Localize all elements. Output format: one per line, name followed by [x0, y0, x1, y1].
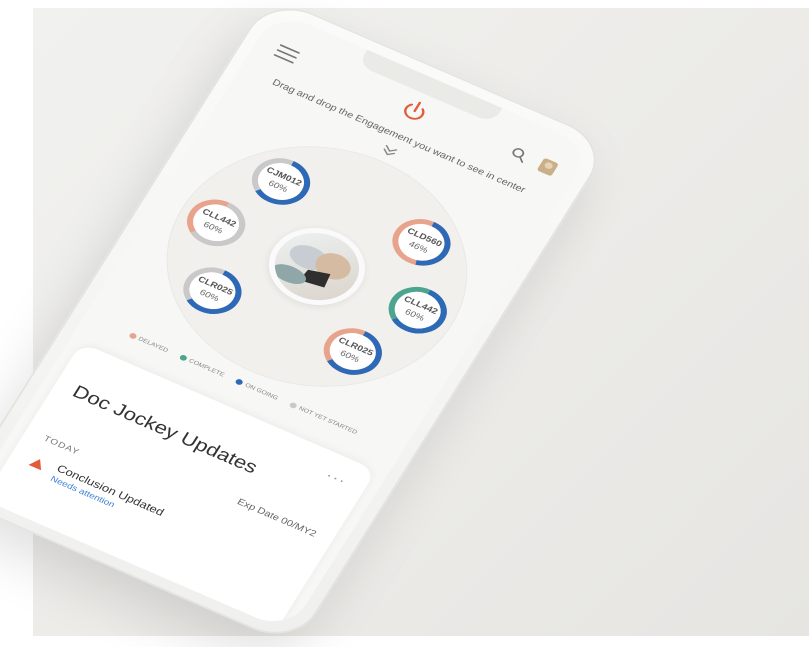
- legend-dot: [288, 401, 299, 410]
- engagement-node[interactable]: CJM012 60%: [238, 147, 324, 217]
- engagement-node[interactable]: CLL442 60%: [173, 188, 259, 258]
- app-logo-icon: [404, 101, 425, 120]
- center-engagement-photo[interactable]: [252, 214, 382, 319]
- legend-dot: [234, 378, 245, 386]
- engagement-node[interactable]: CLR025 60%: [170, 256, 256, 326]
- engagement-node[interactable]: CLD560 46%: [379, 207, 465, 277]
- user-avatar-icon[interactable]: [535, 157, 560, 178]
- card-title: Doc Jockey Updates: [68, 381, 262, 478]
- legend-label: NOT YET STARTED: [297, 405, 359, 436]
- legend-item: COMPLETE: [178, 353, 226, 379]
- engagement-node[interactable]: CLR025 60%: [310, 317, 396, 387]
- legend-label: ON GOING: [243, 382, 280, 402]
- legend-item: ON GOING: [234, 378, 280, 402]
- warning-icon: [28, 459, 42, 471]
- engagement-node[interactable]: CLL442 60%: [375, 275, 461, 345]
- more-icon[interactable]: ...: [324, 464, 353, 487]
- legend-label: DELAYED: [137, 336, 170, 354]
- today-label: TODAY: [41, 434, 82, 458]
- chevron-down-icon: [383, 144, 398, 156]
- legend-item: DELAYED: [128, 332, 169, 354]
- legend-label: COMPLETE: [187, 358, 226, 379]
- menu-icon[interactable]: [272, 44, 301, 65]
- legend-item: NOT YET STARTED: [288, 401, 359, 436]
- legend-dot: [178, 353, 189, 362]
- legend-dot: [128, 332, 138, 340]
- exp-date: Exp Date 00/MY2: [235, 497, 319, 540]
- search-icon[interactable]: [507, 145, 531, 165]
